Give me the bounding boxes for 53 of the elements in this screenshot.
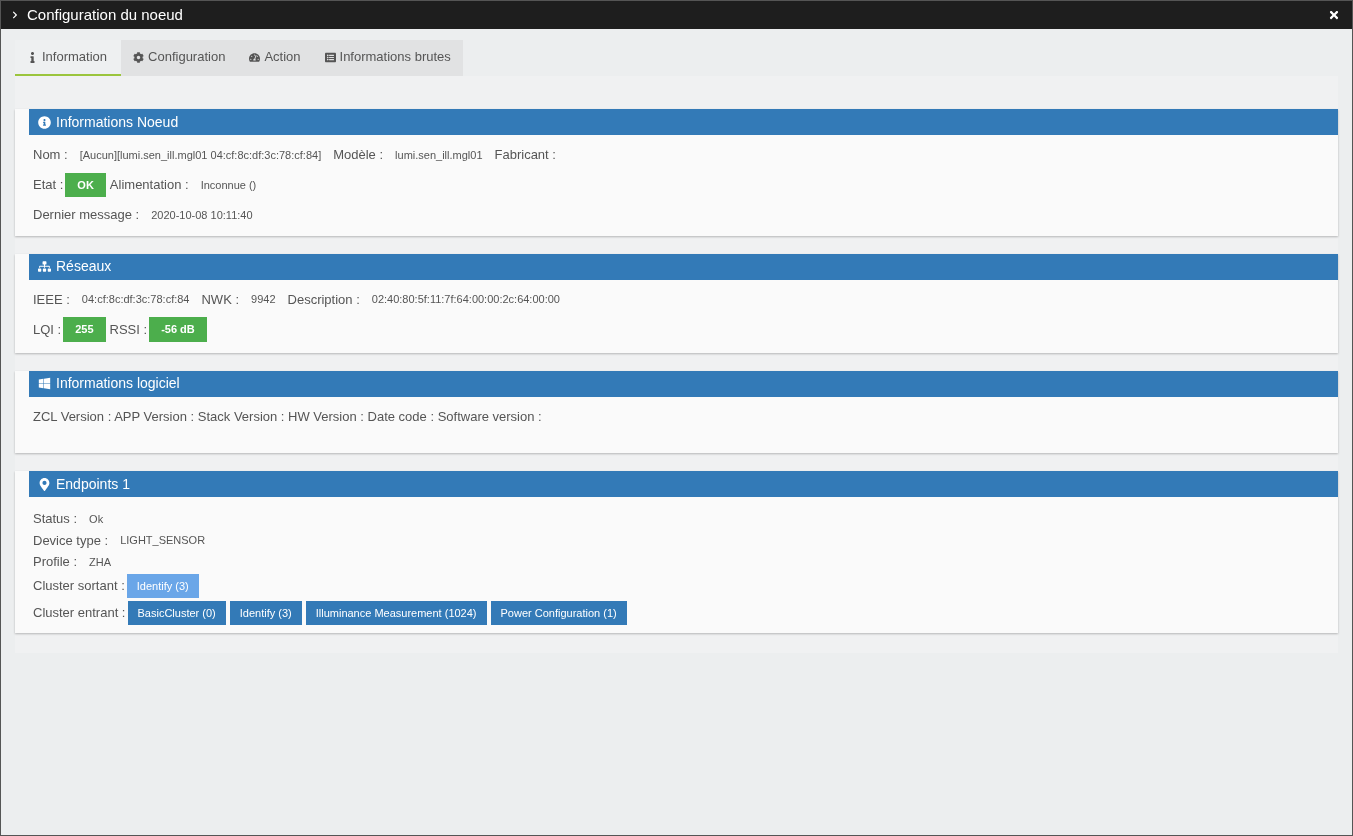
gauge-icon xyxy=(249,51,261,63)
tab[interactable]: Informations brutes xyxy=(312,40,463,76)
field-label: Fabricant : xyxy=(494,146,556,164)
section-title: Endpoints 1 xyxy=(56,474,130,494)
field-value: ZHA xyxy=(89,554,112,570)
network-icon xyxy=(38,260,51,273)
field-label: Nom : xyxy=(33,146,68,164)
field-value: 2020-10-08 10:11:40 xyxy=(151,207,253,223)
field-value: LIGHT_SENSOR xyxy=(120,533,206,548)
section-title: Informations logiciel xyxy=(56,374,180,393)
cluster-tag: Power Configuration (1) xyxy=(490,600,627,626)
chevron-icon xyxy=(11,11,19,19)
info-icon xyxy=(27,51,38,63)
field-label: Dernier message : xyxy=(33,206,140,224)
field-value: lumi.sen_ill.mgl01 xyxy=(395,147,483,163)
tab[interactable]: Information xyxy=(15,40,122,76)
field-label: Device type : xyxy=(33,531,109,550)
cluster-tag: Illuminance Measurement (1024) xyxy=(305,600,487,626)
cluster-tag: BasicCluster (0) xyxy=(127,600,226,626)
field-label: Cluster sortant : xyxy=(33,577,125,596)
status-badge: OK xyxy=(65,172,106,197)
field-value: 02:40:80:5f:11:7f:64:00:00:2c:64:00:00 xyxy=(371,292,560,307)
field-value: 04:cf:8c:df:3c:78:cf:84 xyxy=(81,292,190,307)
gear-icon xyxy=(133,51,145,63)
field-label: Status : xyxy=(33,510,78,528)
field-label: Cluster entrant : xyxy=(33,604,126,623)
tab[interactable]: Configuration xyxy=(121,40,238,76)
grid-icon xyxy=(38,377,51,390)
field-label: RSSI : xyxy=(109,320,148,339)
field-value: Ok xyxy=(89,511,104,527)
field-value: 9942 xyxy=(251,292,276,307)
field-label: NWK : xyxy=(201,290,240,309)
section-title: Réseaux xyxy=(56,257,112,276)
tab[interactable]: Action xyxy=(237,40,313,76)
field-label: ZCL Version : APP Version : Stack Version : HW Version : Date code : Software version : xyxy=(33,407,542,426)
field-label: Description : xyxy=(287,290,360,309)
cluster-tag: Identify (3) xyxy=(126,573,199,599)
section-title: Informations Noeud xyxy=(56,112,179,132)
status-badge: 255 xyxy=(63,317,106,342)
status-badge: -56 dB xyxy=(149,317,207,342)
field-label: Alimentation : xyxy=(109,176,189,194)
list-icon xyxy=(324,51,336,63)
map-pin-icon xyxy=(38,477,51,491)
cluster-tag: Identify (3) xyxy=(229,600,302,626)
field-label: LQI : xyxy=(33,320,62,339)
field-label: IEEE : xyxy=(33,290,70,309)
field-value: [Aucun][lumi.sen_ill.mgl01 04:cf:8c:df:3c:78:cf:84] xyxy=(79,147,322,163)
field-value: Inconnue () xyxy=(200,177,257,193)
window-title: Configuration du noeud xyxy=(27,4,183,25)
field-label: Etat : xyxy=(33,176,64,194)
field-label: Modèle : xyxy=(333,146,384,164)
info-icon xyxy=(38,115,51,129)
field-label: Profile : xyxy=(33,553,78,571)
